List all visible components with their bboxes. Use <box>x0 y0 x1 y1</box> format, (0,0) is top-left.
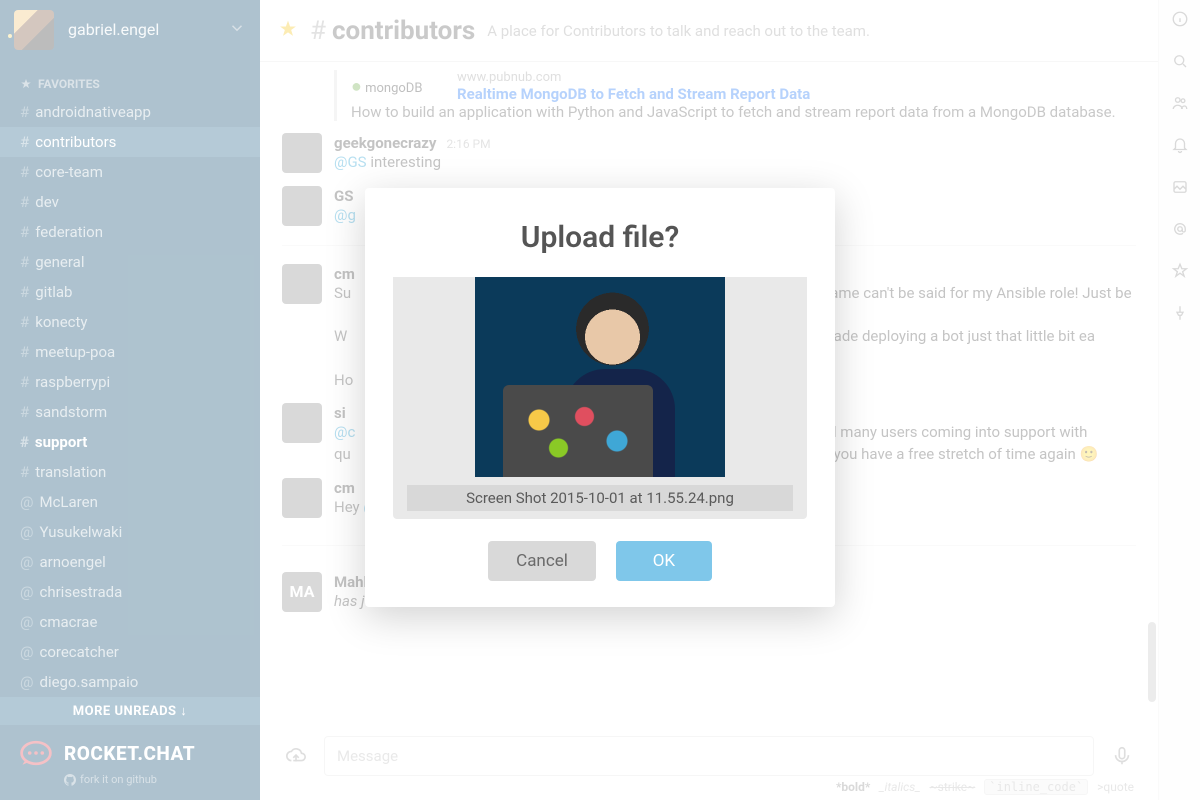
cancel-button[interactable]: Cancel <box>488 541 596 581</box>
filename-label: Screen Shot 2015-10-01 at 11.55.24.png <box>407 485 793 511</box>
modal-overlay[interactable]: Upload file? Screen Shot 2015-10-01 at 1… <box>0 0 1200 800</box>
modal-title: Upload file? <box>393 220 807 255</box>
ok-button[interactable]: OK <box>616 541 712 581</box>
upload-file-modal: Upload file? Screen Shot 2015-10-01 at 1… <box>365 188 835 607</box>
file-preview <box>393 277 807 477</box>
